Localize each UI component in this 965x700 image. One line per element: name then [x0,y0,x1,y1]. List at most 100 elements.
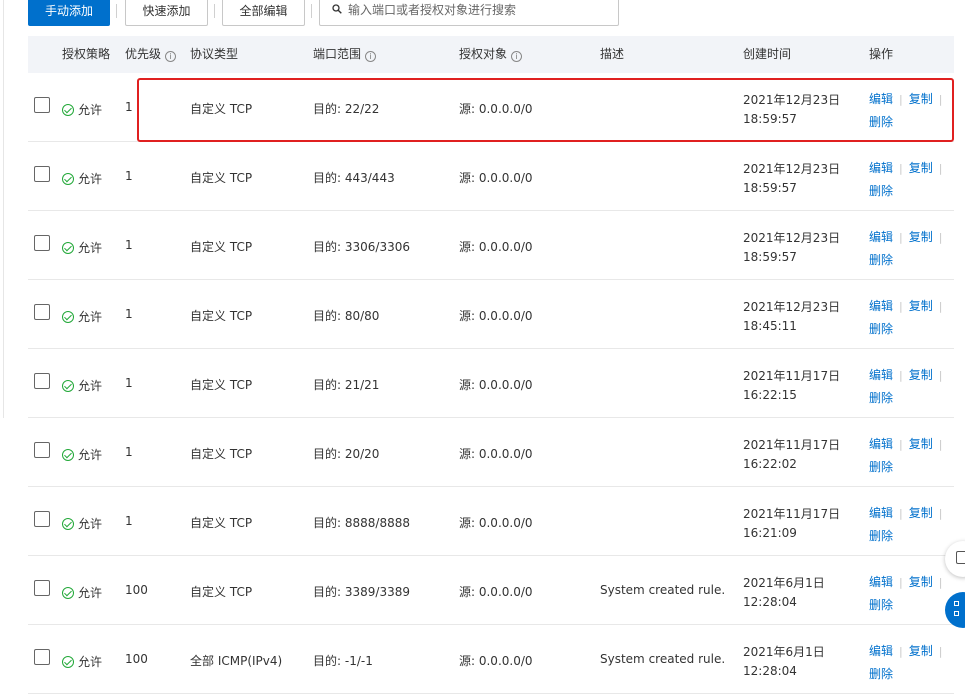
row-checkbox[interactable] [34,649,50,665]
info-icon[interactable]: i [365,51,377,62]
bulk-edit-button[interactable]: 全部编辑 [222,0,305,26]
row-actions-line: 删除 [869,663,954,685]
created-clock: 18:59:57 [743,112,797,126]
priority-cell: 1 [125,514,133,528]
row-checkbox[interactable] [34,373,50,389]
row-actions-line: 删除 [869,387,954,409]
edit-link[interactable]: 编辑 [869,644,893,658]
header-protocol: 协议类型 [190,47,239,61]
delete-link[interactable]: 删除 [869,322,893,336]
table-row: 允许 1 自定义 TCP 目的: 8888/8888 源: 0.0.0.0/0 2021年… [28,487,954,556]
copy-link[interactable]: 复制 [909,368,933,382]
check-circle-icon [62,242,74,254]
table-row: 允许 1 自定义 TCP 目的: 80/80 源: 0.0.0.0/0 2021年12月2… [28,280,954,349]
policy-label: 允许 [78,655,103,669]
check-circle-icon [62,518,74,530]
auth-object-cell: 源: 0.0.0.0/0 [459,378,533,392]
edit-link[interactable]: 编辑 [869,575,893,589]
delete-link[interactable]: 删除 [869,460,893,474]
copy-link[interactable]: 复制 [909,437,933,451]
created-date: 2021年6月1日 [743,576,825,590]
row-checkbox[interactable] [34,580,50,596]
info-icon[interactable]: i [511,51,523,62]
policy-label: 允许 [78,241,103,255]
row-actions-line: 编辑 | 复制 | [869,295,954,318]
delete-link[interactable]: 删除 [869,253,893,267]
created-clock: 12:28:04 [743,595,797,609]
port-range-cell: 目的: -1/-1 [313,654,373,668]
row-checkbox[interactable] [34,235,50,251]
created-date: 2021年11月17日 [743,369,841,383]
search-input[interactable] [346,0,616,25]
edit-link[interactable]: 编辑 [869,368,893,382]
delete-link[interactable]: 删除 [869,184,893,198]
edit-link[interactable]: 编辑 [869,161,893,175]
row-checkbox[interactable] [34,442,50,458]
policy-cell: 允许 [62,239,102,256]
quick-add-button[interactable]: 快速添加 [125,0,208,26]
port-range-cell: 目的: 8888/8888 [313,516,410,530]
priority-cell: 1 [125,169,133,183]
row-actions-line: 删除 [869,249,954,271]
policy-cell: 允许 [62,377,102,394]
header-auth-object: 授权对象 i [459,36,523,73]
row-actions-line: 删除 [869,318,954,340]
row-checkbox[interactable] [34,511,50,527]
policy-label: 允许 [78,310,103,324]
created-clock: 16:21:09 [743,526,797,540]
header-port-range-label: 端口范围 [313,47,362,61]
manual-add-button[interactable]: 手动添加 [28,0,110,26]
created-date: 2021年12月23日 [743,300,841,314]
delete-link[interactable]: 删除 [869,529,893,543]
action-divider: | [938,576,943,589]
row-actions: 编辑 | 复制 | 删除 [869,502,954,547]
edit-link[interactable]: 编辑 [869,299,893,313]
policy-cell: 允许 [62,584,102,601]
row-actions: 编辑 | 复制 | 删除 [869,226,954,271]
action-divider: | [899,507,903,520]
created-clock: 18:59:57 [743,181,797,195]
copy-link[interactable]: 复制 [909,644,933,658]
copy-link[interactable]: 复制 [909,575,933,589]
auth-object-cell: 源: 0.0.0.0/0 [459,516,533,530]
policy-label: 允许 [78,586,103,600]
search-box[interactable] [319,0,619,26]
delete-link[interactable]: 删除 [869,115,893,129]
info-icon[interactable]: i [165,51,177,62]
action-divider: | [899,162,903,175]
header-priority: 优先级 i [125,36,177,73]
copy-link[interactable]: 复制 [909,92,933,106]
check-circle-icon [62,104,74,116]
row-checkbox[interactable] [34,97,50,113]
port-range-cell: 目的: 80/80 [313,309,380,323]
created-clock: 16:22:15 [743,388,797,402]
created-clock: 12:28:04 [743,664,797,678]
delete-link[interactable]: 删除 [869,598,893,612]
row-actions-line: 删除 [869,594,954,616]
copy-link[interactable]: 复制 [909,161,933,175]
description-cell: System created rule. [600,652,726,666]
copy-link[interactable]: 复制 [909,230,933,244]
row-actions-line: 编辑 | 复制 | [869,571,954,594]
delete-link[interactable]: 删除 [869,391,893,405]
auth-object-cell: 源: 0.0.0.0/0 [459,171,533,185]
policy-cell: 允许 [62,170,102,187]
row-actions: 编辑 | 复制 | 删除 [869,640,954,685]
protocol-cell: 自定义 TCP [190,516,253,530]
row-checkbox[interactable] [34,304,50,320]
created-clock: 18:45:11 [743,319,797,333]
table-row: 允许 1 自定义 TCP 目的: 443/443 源: 0.0.0.0/0 2021年12… [28,142,954,211]
delete-link[interactable]: 删除 [869,667,893,681]
edit-link[interactable]: 编辑 [869,506,893,520]
port-range-cell: 目的: 3389/3389 [313,585,410,599]
edit-link[interactable]: 编辑 [869,437,893,451]
edit-link[interactable]: 编辑 [869,230,893,244]
row-actions-line: 编辑 | 复制 | [869,433,954,456]
toolbar-divider [214,4,215,18]
row-checkbox[interactable] [34,166,50,182]
edit-link[interactable]: 编辑 [869,92,893,106]
table-row: 允许 100 自定义 TCP 目的: 3389/3389 源: 0.0.0.0/0 Sys… [28,556,954,625]
created-date: 2021年11月17日 [743,438,841,452]
copy-link[interactable]: 复制 [909,299,933,313]
copy-link[interactable]: 复制 [909,506,933,520]
